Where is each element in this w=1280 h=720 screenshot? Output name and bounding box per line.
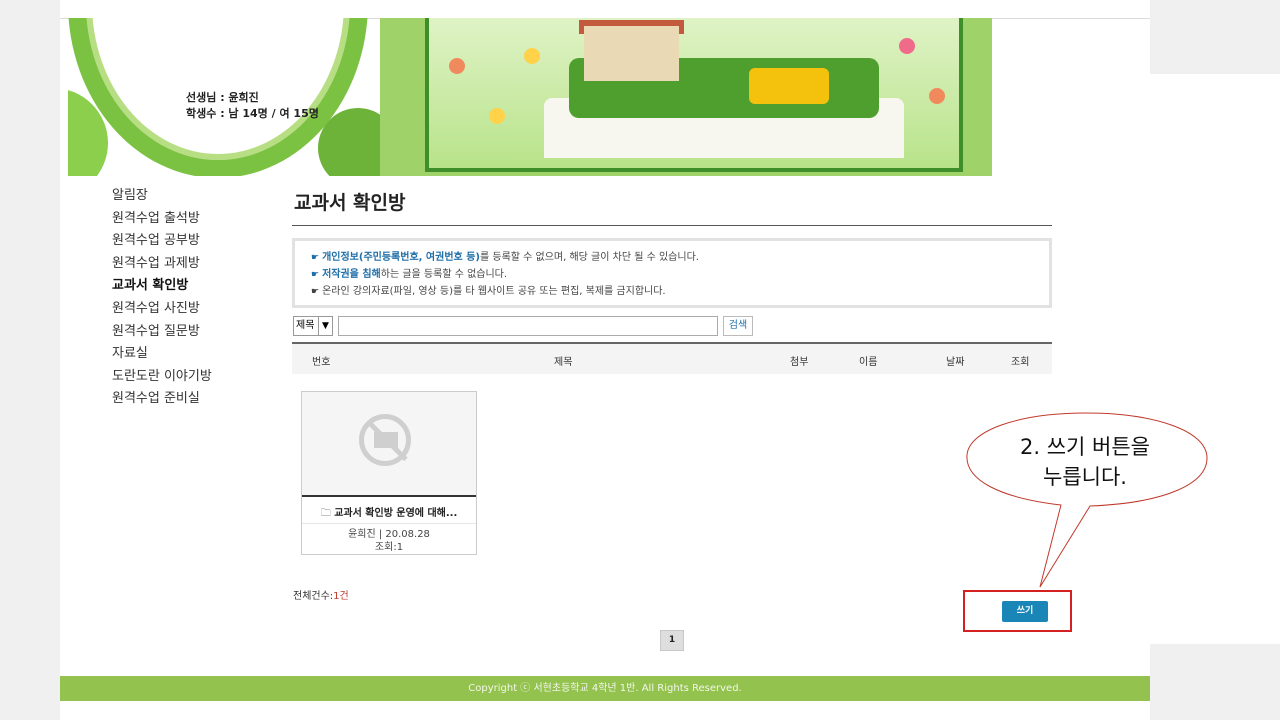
- sidebar-item-textbook-check[interactable]: 교과서 확인방: [112, 275, 212, 298]
- flower-decor: [449, 58, 465, 74]
- search-field-value: 제목: [296, 320, 315, 331]
- sidebar-menu: 알림장 원격수업 출석방 원격수업 공부방 원격수업 과제방 교과서 확인방 원…: [112, 185, 212, 411]
- notice-text: 온라인 강의자료(파일, 영상 등)를 타 웹사이트 공유 또는 편집, 복제를…: [322, 286, 666, 297]
- butterfly-decor: [524, 48, 540, 64]
- table-header: 번호 제목 첨부 이름 날짜 조회: [292, 342, 1052, 374]
- sidebar-item-photos[interactable]: 원격수업 사진방: [112, 298, 212, 321]
- student-count: 학생수 : 남 14명 / 여 15명: [186, 107, 319, 120]
- callout-line: 2. 쓰기 버튼을: [1020, 435, 1150, 459]
- class-info: 선생님 : 윤희진 학생수 : 남 14명 / 여 15명: [186, 90, 319, 122]
- total-count-value: 1건: [333, 591, 349, 602]
- column-header-date: 날짜: [946, 357, 965, 368]
- notice-line-privacy: ☛ 개인정보(주민등록번호, 여권번호 등)를 등록할 수 없으며, 해당 글이 …: [311, 249, 1033, 266]
- post-views: 조회:1: [374, 542, 404, 553]
- title-divider: [292, 225, 1052, 226]
- pointing-hand-icon: ☛: [311, 253, 320, 263]
- chevron-down-icon[interactable]: ▼: [318, 317, 332, 335]
- flower-decor: [489, 108, 505, 124]
- sidebar-item-study[interactable]: 원격수업 공부방: [112, 230, 212, 253]
- top-strip: [60, 0, 1150, 19]
- notice-highlight: 개인정보(주민등록번호, 여권번호 등): [322, 252, 480, 263]
- banner-frame: [425, 18, 963, 172]
- sidebar-item-questions[interactable]: 원격수업 질문방: [112, 321, 212, 344]
- post-thumbnail[interactable]: [302, 392, 476, 497]
- notice-line-copyright: ☛ 저작권을 침해하는 글을 등록할 수 없습니다.: [311, 266, 1033, 283]
- callout-text: 2. 쓰기 버튼을 누릅니다.: [985, 432, 1185, 492]
- callout-line: 누릅니다.: [1043, 465, 1127, 489]
- right-margin: [1150, 74, 1280, 644]
- teacher-name: 선생님 : 윤희진: [186, 91, 259, 104]
- notice-highlight: 저작권을 침해: [322, 269, 381, 280]
- flower-decor: [899, 38, 915, 54]
- sidebar-item-notice[interactable]: 알림장: [112, 185, 212, 208]
- notice-line-sharing: ☛ 온라인 강의자료(파일, 영상 등)를 타 웹사이트 공유 또는 편집, 복제…: [311, 283, 1033, 300]
- column-header-attachment: 첨부: [790, 357, 809, 368]
- page-title: 교과서 확인방: [294, 192, 406, 214]
- header-banner-image: [380, 18, 992, 176]
- notice-text: 를 등록할 수 없으며, 해당 글이 차단 될 수 있습니다.: [479, 252, 699, 263]
- card-divider: [302, 523, 476, 524]
- search-field-select[interactable]: 제목 ▼: [293, 316, 333, 336]
- sidebar-item-stories[interactable]: 도란도란 이야기방: [112, 366, 212, 389]
- pagination-page[interactable]: 1: [660, 630, 684, 651]
- post-card[interactable]: 🗀 교과서 확인방 운영에 대해... 윤희진 | 20.08.28 조회:1: [301, 391, 477, 555]
- school-building-illustration: [584, 26, 679, 81]
- highlight-box: [963, 590, 1072, 632]
- header-profile-area: 선생님 : 윤희진 학생수 : 남 14명 / 여 15명: [68, 18, 398, 176]
- notice-box: ☛ 개인정보(주민등록번호, 여권번호 등)를 등록할 수 없으며, 해당 글이 …: [292, 238, 1052, 308]
- flower-decor: [929, 88, 945, 104]
- search-input[interactable]: [338, 316, 718, 336]
- total-count-label: 전체건수:: [293, 591, 334, 602]
- post-meta: 윤희진 | 20.08.28 조회:1: [302, 528, 476, 554]
- column-header-title: 제목: [554, 357, 573, 368]
- sidebar-item-attendance[interactable]: 원격수업 출석방: [112, 208, 212, 231]
- pointing-hand-icon: ☛: [311, 287, 320, 297]
- column-header-views: 조회: [1011, 357, 1030, 368]
- notice-text: 하는 글을 등록할 수 없습니다.: [380, 269, 508, 280]
- sidebar-item-resources[interactable]: 자료실: [112, 343, 212, 366]
- footer: Copyright ⓒ 서현초등학교 4학년 1반. All Rights Re…: [60, 676, 1150, 701]
- column-header-name: 이름: [859, 357, 878, 368]
- folder-icon: 🗀: [320, 508, 331, 519]
- post-title[interactable]: 🗀 교과서 확인방 운영에 대해...: [302, 504, 476, 523]
- search-button[interactable]: 검색: [723, 316, 753, 336]
- total-count: 전체건수:1건: [293, 587, 349, 602]
- no-image-icon: [359, 414, 411, 466]
- sidebar-item-homework[interactable]: 원격수업 과제방: [112, 253, 212, 276]
- post-author-date: 윤희진 | 20.08.28: [348, 529, 430, 540]
- pointing-hand-icon: ☛: [311, 270, 320, 280]
- column-header-number: 번호: [312, 357, 331, 368]
- school-bus-illustration: [749, 68, 829, 104]
- sidebar-item-preparation[interactable]: 원격수업 준비실: [112, 388, 212, 411]
- post-title-text[interactable]: 교과서 확인방 운영에 대해...: [334, 508, 457, 519]
